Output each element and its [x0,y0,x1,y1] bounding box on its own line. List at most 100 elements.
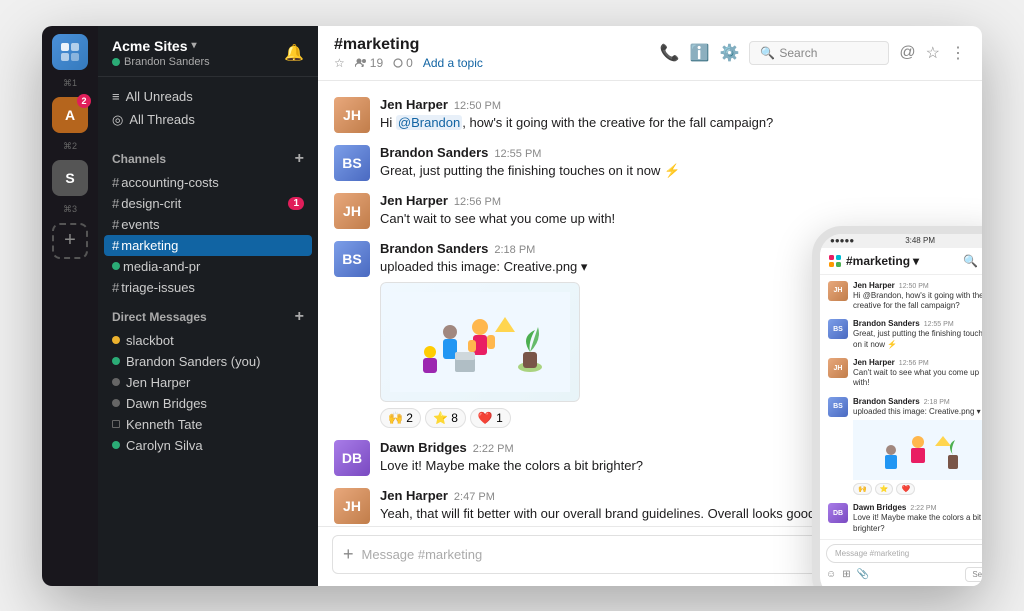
settings-icon[interactable]: ⚙️ [719,43,739,63]
phone-msg-content: Dawn Bridges 2:22 PM Love it! Maybe make… [853,503,982,534]
app-container: ⌘1 A 2 ⌘2 S ⌘3 + Acme Sites ▾ Brandon Sa… [42,26,982,586]
phone-msg-text: Can't wait to see what you come up with! [853,368,982,389]
workspace-icon-strip: ⌘1 A 2 ⌘2 S ⌘3 + [42,26,98,586]
phone-emoji-icon[interactable]: ☺ [826,569,836,580]
phone-msg-content: Brandon Sanders 12:55 PM Great, just put… [853,319,982,350]
ws3-label: S [65,170,74,186]
add-workspace-button[interactable]: + [52,223,88,259]
message-content: Jen Harper 12:50 PM Hi @Brandon, how's i… [380,97,966,133]
workspace-name[interactable]: Acme Sites ▾ [112,38,210,54]
phone-msg-header: Brandon Sanders 12:55 PM [853,319,982,328]
uploaded-image [380,282,580,402]
phone-msg-text: Love it! Maybe make the colors a bit bri… [853,513,982,534]
channel-item-media-pr[interactable]: media-and-pr [98,256,318,277]
message-author: Brandon Sanders [380,241,488,256]
channel-item-triage[interactable]: #triage-issues [98,277,318,298]
bell-icon[interactable]: 🔔 [284,43,304,63]
phone-msg-header: Brandon Sanders 2:18 PM [853,397,982,406]
avatar: JH [334,97,370,133]
workspace-icon-2[interactable]: A 2 [52,97,88,133]
workspace-icon-1[interactable] [52,34,88,70]
dm-item-brandon[interactable]: Brandon Sanders (you) [98,351,318,372]
dm-item-jen[interactable]: Jen Harper [98,372,318,393]
message-time: 2:22 PM [473,443,514,455]
pins-count: 0 [393,56,413,70]
phone-message: BS Brandon Sanders 2:18 PM uploaded this… [828,397,982,495]
signal-bars: ●●●●● [830,236,854,245]
phone-time: 3:48 PM [905,236,935,245]
phone-image-icon[interactable]: ⊞ [842,569,850,580]
sidebar-item-all-threads[interactable]: ◎ All Threads [98,108,318,132]
message-header: Jen Harper 12:56 PM [380,193,966,208]
phone-reaction[interactable]: 🙌 [853,483,872,495]
dm-item-slackbot[interactable]: slackbot [98,330,318,351]
add-channel-button[interactable]: + [295,150,304,168]
info-icon[interactable]: ℹ️ [690,43,710,63]
phone-msg-content: Jen Harper 12:50 PM Hi @Brandon, how's i… [853,281,982,312]
channels-section-header: Channels + [98,140,318,172]
phone-reaction[interactable]: ❤️ [896,483,915,495]
chat-header: #marketing ☆ 19 0 Add a topic 📞 ℹ️ [318,26,982,81]
phone-header-icons: 🔍 ⋮ [963,254,982,268]
phone-channel-name: #marketing ▾ [846,254,919,268]
attach-button[interactable]: + [343,544,354,565]
carolyn-status-dot [112,441,120,449]
more-icon[interactable]: ⋮ [950,43,966,63]
message-text: Hi @Brandon, how's it going with the cre… [380,114,966,132]
ws1-shortcut: ⌘1 [63,78,77,89]
star-header-icon[interactable]: ☆ [926,43,940,63]
phone-msg-header: Dawn Bridges 2:22 PM [853,503,982,512]
threads-icon: ◎ [112,112,123,128]
message-time: 12:55 PM [494,148,541,160]
workspace-chevron-icon: ▾ [191,40,196,51]
phone-avatar: DB [828,503,848,523]
channel-item-design-crit[interactable]: #design-crit 1 [98,193,318,214]
avatar: DB [334,440,370,476]
phone-search-icon[interactable]: 🔍 [963,254,978,268]
search-box[interactable]: 🔍 Search [749,41,889,65]
dm-item-dawn[interactable]: Dawn Bridges [98,393,318,414]
phone-reactions: 🙌 ⭐ ❤️ [853,483,982,495]
reaction-clap[interactable]: 🙌 2 [380,408,421,428]
ws2-label: A [65,107,75,123]
phone-upload-label: uploaded this image: Creative.png ▾ [853,407,982,417]
star-icon[interactable]: ☆ [334,56,345,70]
message-author: Dawn Bridges [380,440,467,455]
sidebar-item-all-unreads[interactable]: ≡ All Unreads [98,85,318,108]
reaction-heart[interactable]: ❤️ 1 [470,408,511,428]
channel-item-accounting[interactable]: #accounting-costs [98,172,318,193]
phone-message-input[interactable]: Message #marketing [826,544,982,563]
channel-item-events[interactable]: #events [98,214,318,235]
jen-status-dot [112,378,120,386]
phone-send-button[interactable]: Send [965,567,982,582]
ws2-badge: 2 [77,94,91,108]
message-time: 12:50 PM [454,100,501,112]
message-header: Brandon Sanders 12:55 PM [380,145,966,160]
avatar: JH [334,488,370,524]
user-status: Brandon Sanders [112,56,210,68]
phone-reaction[interactable]: ⭐ [875,483,894,495]
sidebar-nav: ≡ All Unreads ◎ All Threads [98,77,318,140]
workspace-icon-3[interactable]: S [52,160,88,196]
phone-message: BS Brandon Sanders 12:55 PM Great, just … [828,319,982,350]
message-content: Brandon Sanders 12:55 PM Great, just put… [380,145,966,181]
at-icon[interactable]: @ [899,44,915,62]
slackbot-status-dot [112,336,120,344]
reaction-star[interactable]: ⭐ 8 [425,408,466,428]
avatar: BS [334,241,370,277]
dm-item-kenneth[interactable]: Kenneth Tate [98,414,318,435]
channel-item-marketing[interactable]: #marketing [104,235,312,256]
message-author: Jen Harper [380,97,448,112]
dm-item-carolyn[interactable]: Carolyn Silva [98,435,318,456]
add-dm-button[interactable]: + [295,308,304,326]
phone-icon[interactable]: 📞 [660,43,680,63]
ws2-shortcut: ⌘2 [63,141,77,152]
sidebar-header: Acme Sites ▾ Brandon Sanders 🔔 [98,26,318,77]
add-topic-link[interactable]: Add a topic [423,56,483,70]
phone-attach-icon[interactable]: 📎 [857,569,869,580]
phone-messages: JH Jen Harper 12:50 PM Hi @Brandon, how'… [820,275,982,539]
message-time: 12:56 PM [454,196,501,208]
dawn-status-dot [112,399,120,407]
header-actions: 📞 ℹ️ ⚙️ 🔍 Search @ ☆ ⋮ [660,41,966,65]
phone-msg-text: Great, just putting the finishing touche… [853,329,982,350]
